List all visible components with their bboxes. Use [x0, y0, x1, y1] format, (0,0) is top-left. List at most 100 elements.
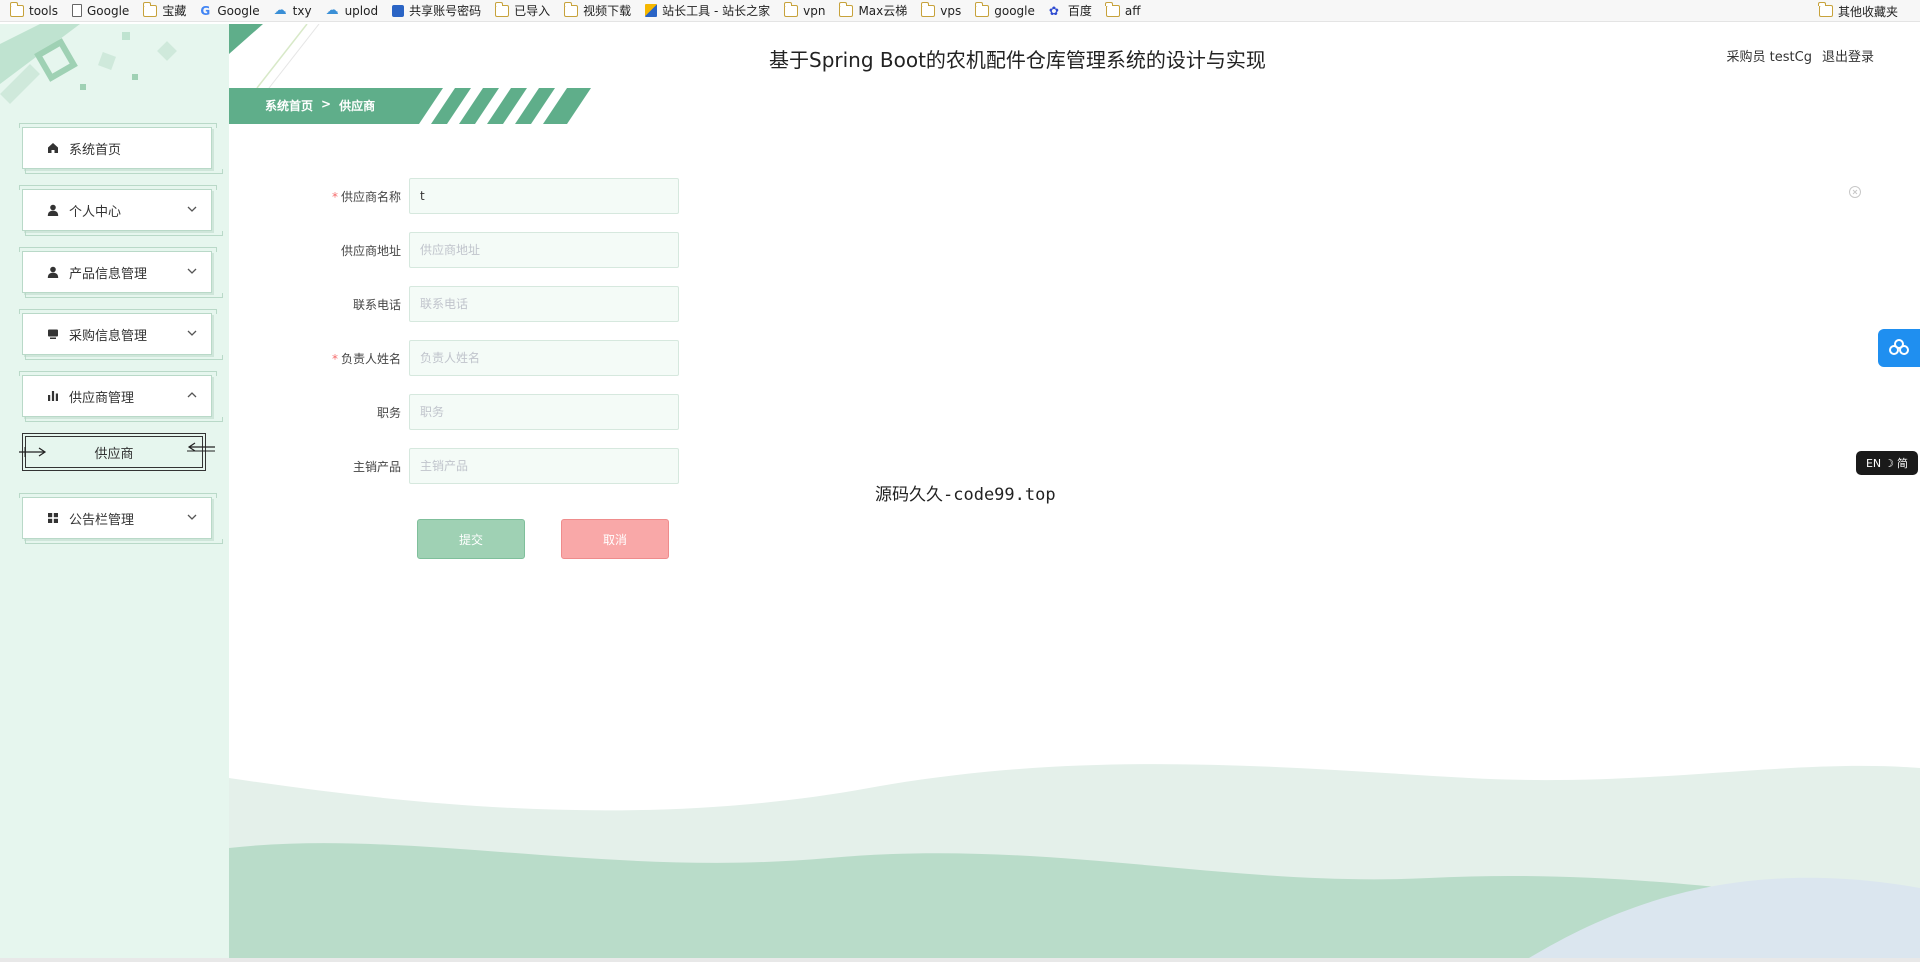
bookmark-google-page[interactable]: Google [71, 4, 129, 18]
bar-chart-icon [45, 388, 61, 404]
bookmark-video[interactable]: 视频下载 [563, 1, 631, 19]
sidebar-subitem-label: 供应商 [94, 446, 134, 462]
chevron-up-icon [187, 392, 197, 398]
grid-icon [45, 510, 61, 526]
sidebar-item-personal-center[interactable]: 个人中心 [19, 185, 223, 236]
form-row-position: 职务 [299, 394, 799, 430]
sidebar-item-label: 个人中心 [69, 204, 122, 220]
bookmark-vps[interactable]: vps [920, 1, 961, 18]
bookmark-google[interactable]: G Google [200, 4, 259, 18]
page-title: 基于Spring Boot的农机配件仓库管理系统的设计与实现 [769, 48, 1266, 72]
bookmark-google-folder[interactable]: google [974, 1, 1035, 18]
sidebar-item-label: 产品信息管理 [69, 266, 148, 282]
submit-button[interactable]: 提交 [417, 519, 525, 559]
bookmark-baozang[interactable]: 宝藏 [142, 1, 186, 19]
chevron-down-icon [187, 514, 197, 520]
chevron-down-icon [187, 330, 197, 336]
folder-icon [974, 1, 990, 17]
breadcrumb-home[interactable]: 系统首页 [265, 97, 313, 114]
lang-en-label: EN [1865, 456, 1882, 470]
bookmark-tools[interactable]: tools [9, 1, 58, 18]
sidebar-item-product-info[interactable]: 产品信息管理 [19, 247, 223, 298]
baidu-icon: ✿ [1048, 3, 1059, 18]
form-row-contact-name: * 负责人姓名 [299, 340, 799, 376]
arrow-right-icon [19, 447, 47, 457]
translate-icon [1889, 339, 1909, 355]
required-mark: * [331, 189, 338, 204]
bookmark-share[interactable]: 共享账号密码 [392, 2, 481, 19]
folder-icon [563, 1, 579, 17]
field-label: * 供应商名称 [331, 189, 401, 204]
bookmarks-bar: tools Google 宝藏 G Google ☁ txy ☁ uplod 共享账号… [0, 0, 1920, 22]
sidebar-item-notice-board[interactable]: 公告栏管理 [19, 493, 223, 544]
watermark-text: 源码久久-code99.top [875, 485, 1056, 505]
phone-input[interactable] [409, 286, 679, 322]
sidebar-item-label: 采购信息管理 [69, 328, 148, 344]
bottom-strip [0, 958, 1920, 962]
breadcrumb: 系统首页 > 供应商 [265, 97, 375, 114]
user-label: 采购员 testCg [1726, 50, 1812, 65]
cloud-icon: ☁ [325, 2, 339, 18]
folder-icon [920, 1, 936, 17]
field-label: 职务 [376, 405, 401, 420]
form-row-main-products: 主销产品 [299, 448, 799, 484]
user-area: 采购员 testCg 退出登录 [1727, 46, 1874, 65]
bookmark-max[interactable]: Max云梯 [838, 1, 907, 19]
bookmark-aff[interactable]: aff [1105, 1, 1141, 18]
field-label: 主销产品 [352, 459, 401, 474]
language-switch[interactable]: EN ☽ 简 [1856, 451, 1918, 475]
page-icon [71, 4, 82, 17]
bookmark-baidu[interactable]: ✿ 百度 [1049, 2, 1092, 19]
folder-icon [1818, 2, 1833, 17]
logout-link[interactable]: 退出登录 [1822, 46, 1874, 65]
folder-icon [838, 1, 854, 17]
supplier-address-input[interactable] [409, 232, 679, 268]
folder-icon [9, 1, 24, 17]
share-icon [392, 4, 405, 17]
close-circle-icon[interactable] [1848, 185, 1862, 199]
bookmark-vpn[interactable]: vpn [783, 1, 825, 18]
arrow-left-icon [187, 442, 215, 452]
sidebar-item-label: 公告栏管理 [69, 512, 135, 528]
folder-icon [494, 1, 510, 17]
supplier-name-input[interactable] [409, 178, 679, 214]
bookmark-uplod[interactable]: ☁ uplod [326, 4, 379, 18]
breadcrumb-separator: > [321, 97, 332, 111]
google-icon: G [200, 3, 211, 18]
main-content: 基于Spring Boot的农机配件仓库管理系统的设计与实现 采购员 testC… [229, 24, 1920, 958]
sidebar-item-label: 供应商管理 [69, 390, 135, 406]
folder-icon [142, 1, 158, 17]
bookmark-imported[interactable]: 已导入 [494, 1, 550, 19]
chevron-down-icon [187, 268, 197, 274]
contact-name-input[interactable] [409, 340, 679, 376]
bookmark-chinaz[interactable]: 站长工具 - 站长之家 [645, 2, 770, 19]
form-row-phone: 联系电话 [299, 286, 799, 322]
sidebar-item-purchase-info[interactable]: 采购信息管理 [19, 309, 223, 360]
sidebar: 系统首页 个人中心 产品信息管理 采购信息管理 供应商管理 供应商 公告栏管理 [0, 24, 229, 958]
bookmark-txy[interactable]: ☁ txy [274, 4, 312, 18]
field-label: * 负责人姓名 [331, 351, 401, 366]
cloud-icon: ☁ [273, 2, 287, 18]
sidebar-decoration [0, 24, 177, 104]
user-icon [45, 202, 61, 218]
home-icon [45, 140, 61, 156]
sidebar-subitem-supplier[interactable]: 供应商 [19, 433, 215, 471]
wave-background [229, 764, 1920, 958]
user-icon [45, 264, 61, 280]
sidebar-item-home[interactable]: 系统首页 [19, 123, 223, 174]
chevron-down-icon [187, 206, 197, 212]
form-row-supplier-address: 供应商地址 [299, 232, 799, 268]
translate-float-button[interactable] [1878, 329, 1920, 367]
lang-zh-label: 简 [1897, 457, 1909, 470]
folder-icon [1105, 1, 1120, 17]
sidebar-item-label: 系统首页 [69, 142, 122, 158]
required-mark: * [331, 351, 338, 366]
main-products-input[interactable] [409, 448, 679, 484]
position-input[interactable] [409, 394, 679, 430]
moon-icon: ☽ [1884, 456, 1895, 470]
bookmark-other[interactable]: 其他收藏夹 [1818, 0, 1898, 21]
sidebar-item-supplier-mgmt[interactable]: 供应商管理 [19, 371, 223, 422]
field-label: 联系电话 [352, 297, 401, 312]
cancel-button[interactable]: 取消 [561, 519, 669, 559]
tool-icon [645, 4, 658, 17]
